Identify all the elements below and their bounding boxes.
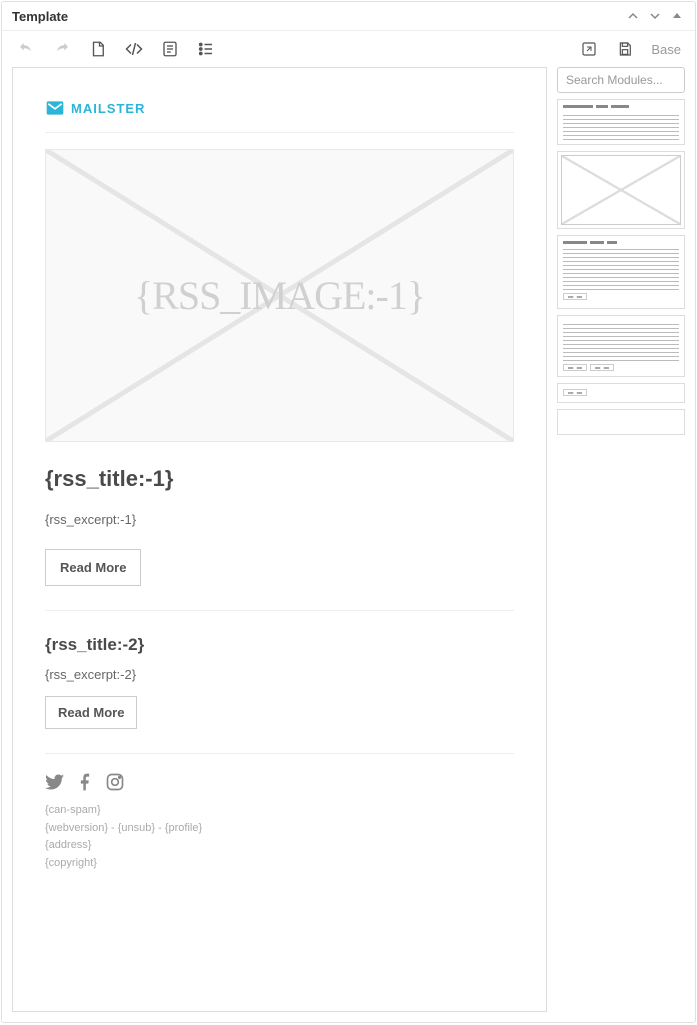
expand-button[interactable] — [579, 39, 599, 59]
article-1: {rss_title:-1} {rss_excerpt:-1} Read Mor… — [45, 442, 514, 611]
content-area: MAILSTER {RSS_IMAGE:-1} {rss_title:-1} {… — [2, 67, 695, 1022]
instagram-icon[interactable] — [105, 772, 125, 792]
collapse-down-icon[interactable] — [647, 8, 663, 24]
twitter-icon[interactable] — [45, 772, 65, 792]
panel-title: Template — [12, 9, 68, 24]
email-canvas[interactable]: MAILSTER {RSS_IMAGE:-1} {rss_title:-1} {… — [12, 67, 547, 1012]
module-thumb-3[interactable] — [557, 235, 685, 309]
module-thumb-5[interactable] — [557, 383, 685, 403]
article-2-title: {rss_title:-2} — [45, 635, 514, 655]
article-2-excerpt: {rss_excerpt:-2} — [45, 667, 514, 682]
footer-copyright: {copyright} — [45, 855, 514, 873]
redo-button[interactable] — [52, 39, 72, 59]
article-2-readmore-button[interactable]: Read More — [45, 696, 137, 729]
article-1-title: {rss_title:-1} — [45, 466, 514, 492]
template-panel: Template Base MAILSTER — [1, 1, 696, 1023]
list-button[interactable] — [196, 39, 216, 59]
toolbar: Base — [2, 31, 695, 67]
logo-row: MAILSTER — [45, 98, 514, 133]
collapse-up-icon[interactable] — [625, 8, 641, 24]
email-footer: {can-spam} {webversion} - {unsub} - {pro… — [45, 754, 514, 872]
save-button[interactable] — [615, 39, 635, 59]
search-input[interactable] — [557, 67, 685, 93]
article-1-readmore-button[interactable]: Read More — [45, 549, 141, 586]
social-row — [45, 772, 514, 792]
footer-address: {address} — [45, 837, 514, 855]
module-thumb-2[interactable] — [557, 151, 685, 229]
hero-image-placeholder[interactable]: {RSS_IMAGE:-1} — [45, 149, 514, 442]
logo-text: MAILSTER — [71, 101, 145, 116]
text-button[interactable] — [160, 39, 180, 59]
undo-button[interactable] — [16, 39, 36, 59]
module-thumb-1[interactable] — [557, 99, 685, 145]
file-button[interactable] — [88, 39, 108, 59]
module-sidebar — [557, 67, 685, 1012]
hero-image-text: {RSS_IMAGE:-1} — [134, 272, 425, 319]
module-thumb-6[interactable] — [557, 409, 685, 435]
article-1-excerpt: {rss_excerpt:-1} — [45, 512, 514, 527]
logo-icon — [45, 98, 65, 118]
footer-canspam: {can-spam} — [45, 802, 514, 820]
collapse-toggle-icon[interactable] — [669, 8, 685, 24]
code-button[interactable] — [124, 39, 144, 59]
base-label[interactable]: Base — [651, 42, 681, 57]
panel-controls — [625, 8, 685, 24]
article-2: {rss_title:-2} {rss_excerpt:-2} Read Mor… — [45, 611, 514, 754]
facebook-icon[interactable] — [75, 772, 95, 792]
footer-links: {webversion} - {unsub} - {profile} — [45, 820, 514, 838]
panel-header: Template — [2, 2, 695, 31]
module-thumb-4[interactable] — [557, 315, 685, 377]
